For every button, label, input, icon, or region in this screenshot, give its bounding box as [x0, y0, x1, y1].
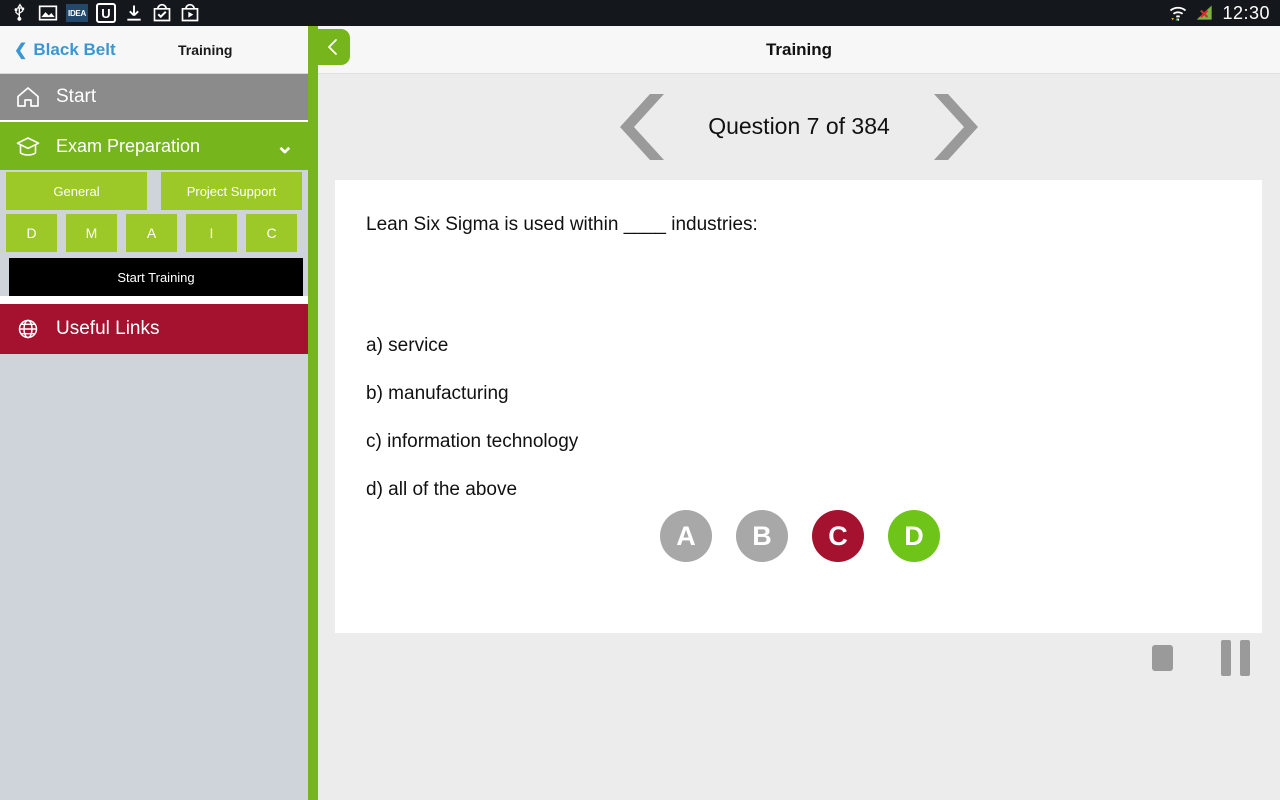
prev-question-button[interactable]: [618, 93, 665, 160]
dmaic-label-a: A: [146, 225, 157, 241]
start-training-label: Start Training: [117, 269, 195, 285]
answer-option-d: d) all of the above: [366, 479, 518, 500]
transport-controls: [1152, 640, 1250, 676]
idea-label: IDEA: [68, 8, 86, 18]
category-general-label: General: [53, 183, 100, 199]
sidebar-item-start[interactable]: Start: [0, 74, 308, 122]
back-link-label: Black Belt: [33, 39, 116, 59]
sidebar-item-useful-links[interactable]: Useful Links: [0, 304, 308, 354]
app-screen: IDEA U 12:30 ❮ Black Belt Training Start…: [0, 0, 1280, 800]
answer-option-a: a) service: [366, 335, 449, 356]
play-bag-icon: [181, 3, 199, 22]
choice-button-a[interactable]: A: [660, 510, 712, 562]
main-content: Training Question 7 of 384 Lean Six Sigm…: [316, 26, 1280, 800]
sidebar-title: Training: [178, 41, 233, 58]
next-question-button[interactable]: [933, 93, 980, 160]
exam-category-row: General Project Support: [0, 170, 308, 210]
main-header-title: Training: [765, 39, 833, 59]
status-clock: 12:30: [1222, 2, 1270, 23]
sidebar-item-exam-preparation[interactable]: Exam Preparation ⌄: [0, 122, 308, 170]
android-status-bar: IDEA U 12:30: [0, 0, 1280, 26]
home-icon: [17, 87, 39, 107]
wifi-icon: [1170, 6, 1187, 21]
green-divider: [308, 26, 318, 800]
question-counter: Question 7 of 384: [708, 113, 890, 139]
back-to-black-belt-link[interactable]: ❮ Black Belt: [0, 40, 116, 60]
sidebar: ❮ Black Belt Training Start Exam Prepara…: [0, 26, 308, 800]
dmaic-label-c: C: [266, 225, 277, 241]
choice-label-a: A: [676, 520, 696, 551]
answer-list: a) service b) manufacturing c) informati…: [366, 335, 578, 501]
choice-buttons: A B C D: [660, 510, 940, 562]
globe-icon: [18, 319, 38, 339]
choice-button-b[interactable]: B: [736, 510, 788, 562]
category-project-support-button[interactable]: Project Support: [161, 172, 302, 210]
dmaic-button-c[interactable]: C: [246, 214, 297, 252]
idea-icon: IDEA: [66, 4, 88, 22]
dmaic-label-m: M: [85, 225, 98, 241]
graduation-cap-icon: [16, 137, 40, 156]
sidebar-header: ❮ Black Belt Training: [0, 26, 308, 74]
checkbox-bag-icon: [153, 3, 171, 22]
answer-option-c: c) information technology: [366, 431, 579, 452]
dmaic-row: D M A I C: [0, 210, 308, 252]
dmaic-button-i[interactable]: I: [186, 214, 237, 252]
main-header: Training: [316, 26, 1280, 74]
dmaic-button-d[interactable]: D: [6, 214, 57, 252]
sidebar-item-label-exam: Exam Preparation: [56, 135, 201, 156]
sidebar-item-label-start: Start: [56, 86, 97, 107]
category-project-support-label: Project Support: [186, 183, 277, 199]
answer-option-b: b) manufacturing: [366, 383, 509, 404]
pause-bar-left: [1221, 640, 1231, 676]
choice-button-c[interactable]: C: [812, 510, 864, 562]
choice-label-b: B: [752, 520, 772, 551]
choice-button-d[interactable]: D: [888, 510, 940, 562]
main-back-button[interactable]: [316, 29, 350, 65]
status-notification-icons: IDEA U: [0, 3, 200, 23]
download-icon: [127, 5, 141, 21]
dmaic-label-i: I: [209, 225, 214, 241]
chevron-down-icon: ⌄: [275, 133, 294, 158]
sidebar-item-label-links: Useful Links: [56, 318, 160, 339]
dmaic-label-d: D: [26, 225, 37, 241]
start-training-button[interactable]: Start Training: [9, 258, 303, 296]
sidebar-spacer: [0, 296, 308, 304]
dmaic-button-m[interactable]: M: [66, 214, 117, 252]
signal-off-icon: [1197, 5, 1213, 20]
chevron-left-icon: [328, 39, 337, 55]
chevron-left-icon: ❮: [14, 41, 28, 59]
choice-label-c: C: [828, 520, 848, 551]
question-card: Lean Six Sigma is used within ____ indus…: [335, 180, 1262, 633]
pause-bar-right: [1240, 640, 1250, 676]
dmaic-button-a[interactable]: A: [126, 214, 177, 252]
u-app-icon: U: [96, 3, 116, 23]
choice-label-d: D: [904, 520, 924, 551]
question-text: Lean Six Sigma is used within ____ indus…: [366, 214, 758, 235]
pause-icon[interactable]: [1221, 640, 1250, 676]
u-label: U: [101, 5, 111, 21]
question-navigation: Question 7 of 384: [318, 74, 1280, 179]
stop-icon[interactable]: [1152, 645, 1173, 671]
status-system-icons: 12:30: [1168, 3, 1280, 24]
usb-icon: [14, 3, 25, 21]
category-general-button[interactable]: General: [6, 172, 147, 210]
gallery-icon: [38, 5, 58, 21]
